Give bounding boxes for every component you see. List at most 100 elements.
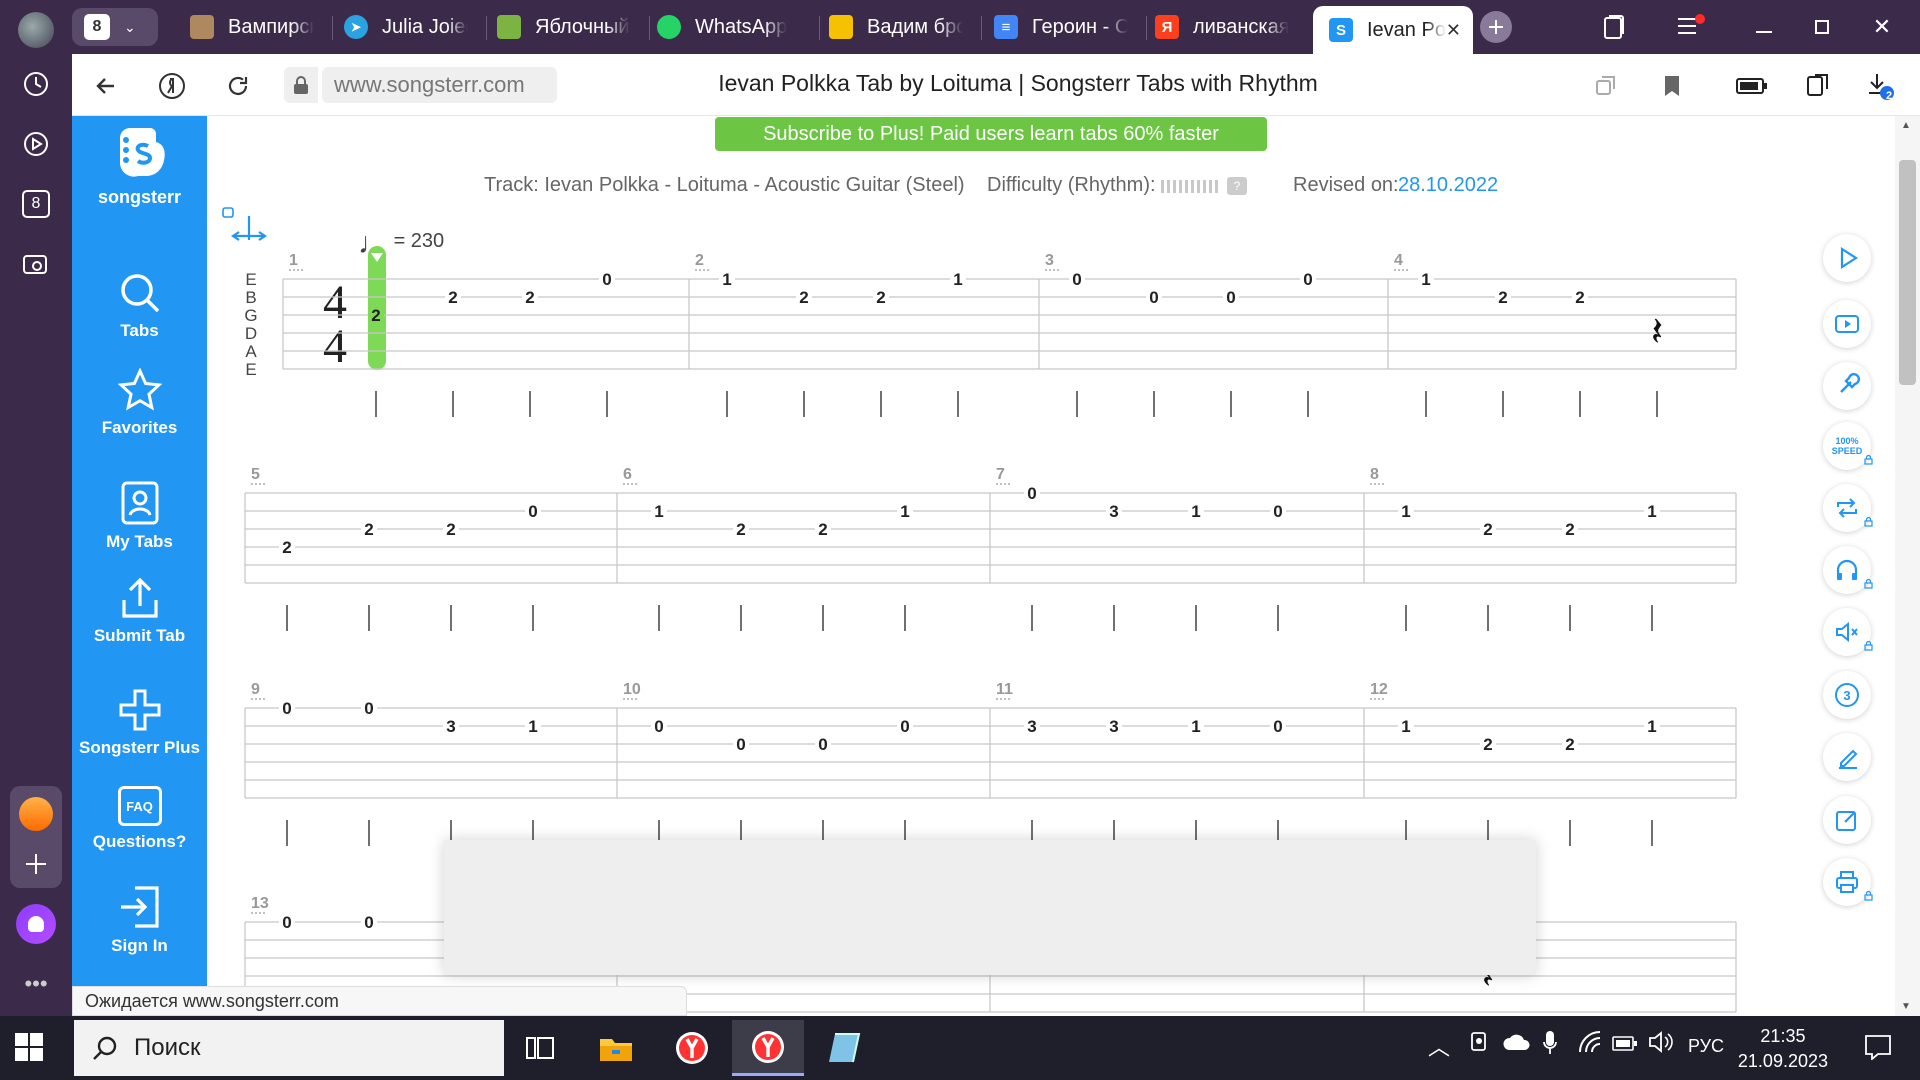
fret-number[interactable]: 0 <box>602 270 611 289</box>
fret-number[interactable]: 0 <box>528 502 537 521</box>
fret-number[interactable]: 1 <box>1647 502 1656 521</box>
notes-app-icon[interactable] <box>808 1020 880 1076</box>
lock-icon[interactable] <box>284 67 318 103</box>
fret-number[interactable]: 2 <box>1483 520 1492 539</box>
back-icon[interactable] <box>88 68 124 104</box>
fret-number[interactable]: 1 <box>1191 717 1200 736</box>
yandex-logo-icon[interactable] <box>154 68 190 104</box>
browser-tab[interactable]: Яблочный <box>497 6 637 48</box>
fret-number[interactable]: 0 <box>1226 288 1235 307</box>
fret-number[interactable]: 1 <box>1401 502 1410 521</box>
fret-number[interactable]: 1 <box>953 270 962 289</box>
measure-number[interactable]: 11 <box>996 681 1013 698</box>
battery-icon[interactable] <box>1734 68 1770 104</box>
print-icon[interactable] <box>1823 858 1873 906</box>
fret-number[interactable]: 2 <box>818 520 827 539</box>
close-tab-icon[interactable]: ✕ <box>1446 20 1461 41</box>
fret-number[interactable]: 0 <box>1303 270 1312 289</box>
tabs-count-icon[interactable]: 8 <box>12 180 60 228</box>
profile-avatar[interactable] <box>12 6 60 54</box>
onedrive-icon[interactable] <box>1502 1034 1532 1057</box>
fret-number[interactable]: 3 <box>1027 717 1036 736</box>
measure-number[interactable]: 3 <box>1045 252 1054 269</box>
url-field[interactable]: www.songsterr.com <box>322 67 557 103</box>
mute-icon[interactable] <box>1823 608 1873 656</box>
fret-number[interactable]: 2 <box>1565 520 1574 539</box>
browser-tab[interactable]: S Ievan Po ✕ <box>1313 6 1473 54</box>
fret-number[interactable]: 1 <box>528 717 537 736</box>
mail-icon[interactable] <box>10 786 62 842</box>
play-icon[interactable] <box>1823 234 1871 282</box>
add-panel-icon[interactable] <box>10 840 62 888</box>
browser-tab[interactable]: Вадим бро <box>829 6 969 48</box>
measure-number[interactable]: 6 <box>623 466 632 483</box>
fret-number[interactable]: 0 <box>364 699 373 718</box>
nav-tabs[interactable]: Tabs <box>72 271 207 341</box>
downloads-icon[interactable]: 2 <box>1862 68 1898 104</box>
count-in-icon[interactable]: 3 <box>1823 671 1871 719</box>
task-view-icon[interactable] <box>504 1020 576 1076</box>
fret-number[interactable]: 1 <box>654 502 663 521</box>
file-explorer-icon[interactable] <box>580 1020 652 1076</box>
tray-chevron-icon[interactable]: ︿ <box>1428 1030 1450 1062</box>
close-window-button[interactable]: ✕ <box>1862 12 1902 42</box>
fret-number[interactable]: 2 <box>1483 735 1492 754</box>
pen-icon[interactable] <box>1823 733 1871 781</box>
browser-tab[interactable]: Яливанская <box>1155 6 1295 48</box>
browser-tab[interactable]: WhatsApp <box>657 6 807 48</box>
fret-number[interactable]: 0 <box>282 699 291 718</box>
fret-number[interactable]: 2 <box>364 520 373 539</box>
meet-now-icon[interactable] <box>1470 1030 1492 1059</box>
fret-number[interactable]: 2 <box>1498 288 1507 307</box>
tab-count-button[interactable]: 8 ⌄ <box>72 8 158 46</box>
scroll-up-arrow[interactable]: ▲ <box>1901 120 1911 131</box>
alice-icon[interactable] <box>12 900 60 948</box>
fret-number[interactable]: 2 <box>371 306 380 325</box>
fret-number[interactable]: 1 <box>1401 717 1410 736</box>
measure-number[interactable]: 7 <box>996 466 1005 483</box>
clock[interactable]: 21:35 21.09.2023 <box>1738 1024 1828 1074</box>
fret-number[interactable]: 2 <box>525 288 534 307</box>
fret-number[interactable]: 1 <box>1647 717 1656 736</box>
measure-number[interactable]: 13 <box>251 895 269 912</box>
bookmark-icon[interactable] <box>1654 68 1690 104</box>
video-icon[interactable] <box>1823 300 1871 348</box>
speed-icon[interactable]: 100% SPEED <box>1823 422 1873 470</box>
fret-number[interactable]: 0 <box>1027 484 1036 503</box>
volume-icon[interactable] <box>1648 1030 1674 1059</box>
measure-number[interactable]: 1 <box>289 252 298 269</box>
nav-submit-tab[interactable]: Submit Tab <box>72 576 207 646</box>
wifi-icon[interactable] <box>1578 1030 1602 1059</box>
new-tab-button[interactable] <box>1480 11 1512 43</box>
fret-number[interactable]: 2 <box>736 520 745 539</box>
fret-number[interactable]: 1 <box>1421 270 1430 289</box>
measure-number[interactable]: 4 <box>1394 252 1403 269</box>
fret-number[interactable]: 2 <box>1565 735 1574 754</box>
headphones-icon[interactable] <box>1823 546 1873 594</box>
minimize-button[interactable] <box>1744 12 1784 42</box>
fret-number[interactable]: 0 <box>1149 288 1158 307</box>
fret-number[interactable]: 1 <box>1191 502 1200 521</box>
measure-number[interactable]: 8 <box>1370 466 1379 483</box>
edit-icon[interactable] <box>1823 796 1871 844</box>
measure-number[interactable]: 5 <box>251 466 260 483</box>
yandex-browser-taskbar-icon[interactable] <box>656 1020 728 1076</box>
restore-button[interactable] <box>1802 12 1842 42</box>
scrollbar[interactable]: ▲ ▼ <box>1895 116 1920 1016</box>
fret-number[interactable]: 3 <box>1109 717 1118 736</box>
reload-icon[interactable] <box>220 68 256 104</box>
more-icon[interactable]: ••• <box>12 960 60 1008</box>
tuner-icon[interactable] <box>1823 362 1871 410</box>
measure-number[interactable]: 2 <box>695 252 704 269</box>
fret-number[interactable]: 0 <box>818 735 827 754</box>
yandex-browser-active-icon[interactable] <box>732 1020 804 1076</box>
fret-number[interactable]: 0 <box>900 717 909 736</box>
collections-icon[interactable] <box>1602 14 1626 45</box>
scroll-down-arrow[interactable]: ▼ <box>1901 1001 1911 1012</box>
fret-number[interactable]: 0 <box>364 913 373 932</box>
history-icon[interactable] <box>12 60 60 108</box>
measure-number[interactable]: 10 <box>623 681 641 698</box>
battery-tray-icon[interactable] <box>1612 1036 1638 1057</box>
fret-number[interactable]: 0 <box>282 913 291 932</box>
fret-number[interactable]: 2 <box>282 538 291 557</box>
